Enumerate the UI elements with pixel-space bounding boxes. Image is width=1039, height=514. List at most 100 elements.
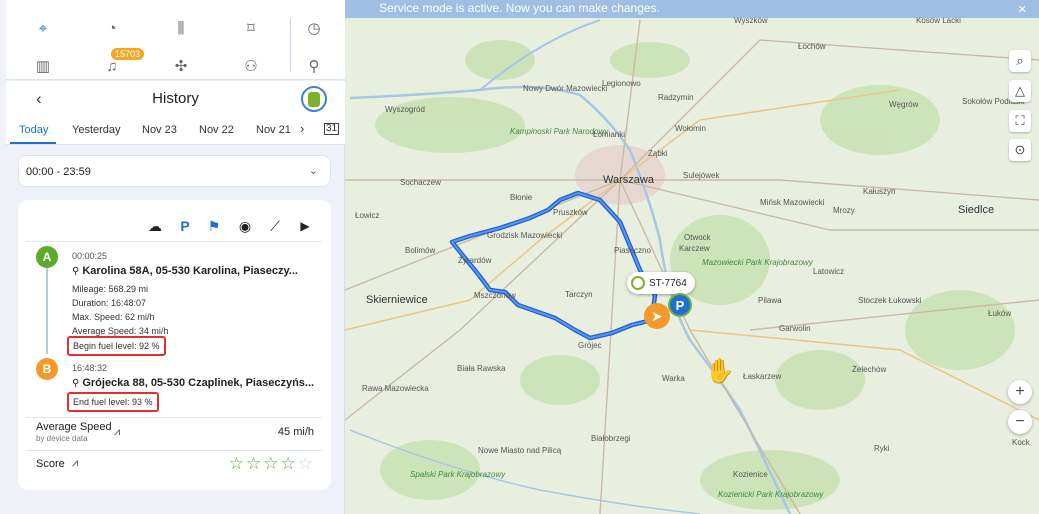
place-label: Stoczek Łukowski — [858, 296, 922, 305]
fullscreen-icon[interactable]: ⛶ — [1009, 110, 1031, 132]
place-label: Nowy Dwór Mazowiecki — [523, 84, 608, 93]
end-address[interactable]: ⚲ Grójecka 88, 05-530 Czaplinek, Piaseczy… — [72, 377, 314, 389]
park-label: Mazowiecki Park Krajobrazowy — [702, 258, 813, 267]
park-label: Kampinoski Park Narodowy — [510, 127, 609, 136]
average-speed-value: 45 mi/h — [277, 426, 314, 438]
cloud-download-icon[interactable]: ☁ — [145, 216, 165, 236]
place-label: Kozienice — [733, 470, 768, 479]
building-icon[interactable]: ▥ — [31, 54, 55, 78]
car-icon — [308, 91, 320, 107]
clock-dial-icon[interactable]: ◷ — [302, 16, 326, 40]
tab-nov-21[interactable]: Nov 21 — [256, 124, 291, 136]
place-label: Biała Rawska — [457, 364, 506, 373]
begin-fuel-level: Begin fuel level: 92 % — [67, 336, 166, 356]
vehicle-marker[interactable]: ST-7764 — [627, 272, 695, 294]
date-tabs: Today Yesterday Nov 23 Nov 22 Nov 21 › 3… — [6, 117, 345, 145]
bar-chart-icon[interactable]: ⫼ — [169, 16, 193, 40]
hand-cursor-icon: ✋ — [705, 358, 735, 385]
navigation-arrow-icon[interactable]: ➤ — [644, 303, 670, 329]
active-tab-indicator — [10, 142, 56, 144]
left-panel: ⌖ ◔ ⫼ ⌑ ◷ ▥ ♫ ✣ ⚇ ⚲ 15703 ‹ History Toda… — [0, 0, 345, 514]
place-label: Grodzisk Mazowiecki — [487, 231, 563, 240]
calendar-icon[interactable]: 31 — [324, 123, 340, 135]
pushpin-icon[interactable]: ⚲ — [302, 54, 326, 78]
play-icon[interactable]: ▶ — [295, 216, 315, 236]
place-label: Mszczonów — [474, 291, 516, 300]
score-stars: ☆ ☆ ☆ ☆ ☆ — [229, 454, 313, 474]
zoom-out-button[interactable]: − — [1008, 410, 1032, 434]
end-fuel-level: End fuel level: 93 % — [67, 392, 159, 412]
place-label: Piaseczno — [614, 246, 651, 255]
page-title: History — [152, 90, 199, 107]
history-header: ‹ History — [6, 81, 345, 117]
play-circle-icon[interactable]: ◉ — [235, 216, 255, 236]
checkered-flag-icon[interactable]: ⚑ — [204, 216, 224, 236]
start-point-badge: A — [36, 246, 58, 268]
score-label: Score — [36, 458, 65, 470]
trip-max-speed: Max. Speed: 62 mi/h — [72, 312, 155, 322]
alert-count-badge: 15703 — [111, 48, 145, 60]
place-label: Warka — [662, 374, 685, 383]
geofence-icon[interactable]: ⌑ — [239, 16, 263, 40]
location-pin-icon[interactable]: ⌖ — [31, 16, 55, 40]
trip-duration: Duration: 16:48:07 — [72, 298, 147, 308]
tab-today[interactable]: Today — [19, 124, 48, 136]
chevron-right-icon[interactable]: › — [300, 121, 304, 136]
chevron-down-icon: ⌄ — [308, 165, 318, 177]
trip-average-speed: Average Speed: 34 mi/h — [72, 326, 169, 336]
star-icon: ☆ — [228, 454, 244, 473]
place-label: Garwolin — [779, 324, 811, 333]
start-address-text: Karolina 58A, 05-530 Karolina, Piaseczy.… — [82, 265, 298, 277]
start-address[interactable]: ⚲ Karolina 58A, 05-530 Karolina, Piaseczy… — [72, 265, 298, 277]
zoom-in-button[interactable]: + — [1008, 380, 1032, 404]
start-time: 00:00:25 — [72, 251, 108, 261]
end-point-badge: B — [36, 358, 58, 380]
place-label: Białobrzegi — [591, 434, 631, 443]
end-time: 16:48:32 — [72, 363, 108, 373]
place-label: Węgrów — [889, 100, 919, 109]
place-label: Kock — [1012, 438, 1030, 447]
people-icon[interactable]: ⚇ — [239, 54, 263, 78]
parking-marker[interactable]: P — [668, 293, 692, 317]
time-range-value: 00:00 - 23:59 — [26, 166, 91, 178]
divider — [290, 18, 291, 72]
place-label: Żelechów — [852, 365, 887, 374]
trend-chart-icon[interactable]: ⩘ — [114, 426, 120, 439]
trend-chart-icon[interactable]: ⩘ — [72, 457, 78, 470]
place-label: Wyszogród — [385, 105, 425, 114]
compass-icon[interactable]: △ — [1009, 80, 1031, 102]
place-label: Mińsk Mazowiecki — [760, 198, 825, 207]
puzzle-icon[interactable]: ✣ — [169, 54, 193, 78]
divider — [26, 450, 322, 451]
star-icon: ☆ — [263, 454, 279, 473]
place-label: Warszawa — [603, 174, 654, 186]
speedometer-icon[interactable]: ◔ — [100, 16, 124, 40]
place-label: Sochaczew — [400, 178, 441, 187]
parking-icon[interactable]: P — [175, 216, 195, 236]
time-range-select[interactable]: 00:00 - 23:59 ⌄ — [18, 155, 331, 187]
tab-nov-23[interactable]: Nov 23 — [142, 124, 177, 136]
tab-nov-22[interactable]: Nov 22 — [199, 124, 234, 136]
place-label: Łaskarzew — [743, 372, 782, 381]
average-speed-label: Average Speed — [36, 421, 112, 433]
place-label: Tarczyn — [565, 290, 593, 299]
search-icon[interactable]: ⌕ — [1009, 50, 1031, 72]
tab-yesterday[interactable]: Yesterday — [72, 124, 121, 136]
star-icon: ☆ — [297, 454, 313, 473]
banner-text: Service mode is active. Now you can make… — [379, 1, 660, 15]
my-location-icon[interactable]: ⊙ — [1009, 139, 1031, 161]
place-label: Sulejówek — [683, 171, 720, 180]
place-label: Mrozy — [833, 206, 855, 215]
place-label: Rawa Mazowiecka — [362, 384, 429, 393]
park-label: Spalski Park Krajobrazowy — [410, 470, 506, 479]
place-label: Ryki — [874, 444, 890, 453]
park-label: Kozienicki Park Krajobrazowy — [718, 490, 824, 499]
route-line-icon[interactable]: ⟋ — [265, 216, 285, 236]
place-label: Grójec — [578, 341, 602, 350]
star-icon: ☆ — [280, 454, 296, 473]
trip-mileage: Mileage: 568.29 mi — [72, 284, 149, 294]
vehicle-label: ST-7764 — [649, 277, 687, 289]
close-icon[interactable]: ✕ — [1018, 2, 1027, 19]
vehicle-avatar[interactable] — [301, 86, 327, 112]
timeline-line — [46, 268, 48, 354]
